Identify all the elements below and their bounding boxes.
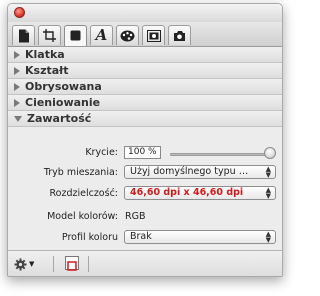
color-profile-label: Profil koloru bbox=[61, 232, 118, 243]
color-model-value: RGB bbox=[125, 211, 146, 222]
camera-icon bbox=[174, 30, 185, 41]
toolbar-divider bbox=[88, 256, 89, 272]
resolution-value: 46,60 dpi x 46,60 dpi bbox=[130, 187, 244, 198]
section-klatka[interactable]: Klatka bbox=[8, 47, 282, 63]
popup-arrows-icon: ▲ ▼ bbox=[265, 230, 271, 244]
popup-arrows-icon: ▲ ▼ bbox=[265, 165, 271, 179]
disclosure-triangle-icon bbox=[14, 98, 20, 107]
opacity-label: Krycie: bbox=[85, 147, 118, 158]
color-model-row: Model kolorów: RGB bbox=[8, 211, 282, 225]
title-bar bbox=[8, 4, 282, 22]
section-label: Kształt bbox=[25, 64, 69, 77]
palette-icon bbox=[120, 30, 135, 41]
tab-color[interactable] bbox=[116, 25, 139, 45]
close-button[interactable] bbox=[14, 7, 25, 18]
opacity-row: Krycie: 100 % bbox=[8, 144, 282, 162]
zawartosc-content: Krycie: 100 % Tryb mieszania: Użyj domyś… bbox=[8, 127, 282, 250]
opacity-slider-track[interactable] bbox=[170, 153, 268, 156]
color-model-label: Model kolorów: bbox=[47, 211, 118, 222]
disclosure-triangle-icon bbox=[14, 82, 20, 91]
section-obrysowana[interactable]: Obrysowana bbox=[8, 79, 282, 95]
gear-icon bbox=[14, 258, 27, 270]
blend-mode-value: Użyj domyślnego typu mi... bbox=[130, 166, 255, 177]
blend-mode-label: Tryb mieszania: bbox=[43, 167, 118, 178]
frame-button[interactable] bbox=[65, 256, 79, 271]
blend-mode-row: Tryb mieszania: Użyj domyślnego typu mi.… bbox=[8, 165, 282, 181]
tab-camera[interactable] bbox=[168, 25, 191, 45]
section-ksztalt[interactable]: Kształt bbox=[8, 63, 282, 79]
resolution-label: Rozdzielczość: bbox=[49, 188, 118, 199]
section-label: Obrysowana bbox=[25, 80, 102, 93]
resolution-row: Rozdzielczość: 46,60 dpi x 46,60 dpi ▲ ▼ bbox=[8, 186, 282, 202]
disclosure-triangle-open-icon bbox=[14, 115, 22, 122]
color-profile-row: Profil koloru Brak ▲ ▼ bbox=[8, 230, 282, 246]
inspector-tab-bar: A bbox=[8, 22, 282, 47]
frame-icon bbox=[67, 261, 77, 271]
chevron-down-icon: ▼ bbox=[29, 260, 35, 268]
inspector-panel: A Klatka Kształt Obrysowana Cieniowanie … bbox=[7, 3, 283, 277]
popup-arrows-icon: ▲ ▼ bbox=[265, 186, 271, 200]
tab-font[interactable]: A bbox=[90, 25, 113, 45]
resolution-popup[interactable]: 46,60 dpi x 46,60 dpi ▲ ▼ bbox=[124, 186, 276, 200]
square-icon bbox=[70, 30, 80, 41]
disclosure-triangle-icon bbox=[14, 66, 20, 75]
section-cieniowanie[interactable]: Cieniowanie bbox=[8, 95, 282, 111]
document-icon bbox=[18, 29, 29, 42]
opacity-slider-knob[interactable] bbox=[264, 147, 276, 159]
opacity-field[interactable]: 100 % bbox=[124, 146, 161, 159]
section-list: Klatka Kształt Obrysowana Cieniowanie Za… bbox=[8, 47, 282, 127]
color-profile-popup[interactable]: Brak ▲ ▼ bbox=[124, 230, 276, 244]
blend-mode-popup[interactable]: Użyj domyślnego typu mi... ▲ ▼ bbox=[124, 165, 276, 179]
disclosure-triangle-icon bbox=[14, 50, 20, 59]
section-label: Cieniowanie bbox=[25, 96, 101, 109]
tab-image[interactable] bbox=[142, 25, 165, 45]
color-profile-value: Brak bbox=[130, 231, 152, 242]
font-icon: A bbox=[95, 26, 108, 44]
tab-graphic[interactable] bbox=[64, 25, 87, 46]
section-label: Klatka bbox=[25, 48, 65, 61]
section-label: Zawartość bbox=[27, 112, 92, 125]
action-menu-button[interactable]: ▼ bbox=[14, 257, 40, 271]
bottom-toolbar: ▼ bbox=[8, 250, 282, 276]
image-icon bbox=[146, 29, 161, 42]
toolbar-divider bbox=[53, 256, 54, 272]
tab-frame[interactable] bbox=[38, 25, 61, 45]
frame-crop-icon bbox=[43, 29, 56, 42]
section-zawartosc[interactable]: Zawartość bbox=[8, 111, 282, 127]
tab-document[interactable] bbox=[12, 25, 35, 45]
